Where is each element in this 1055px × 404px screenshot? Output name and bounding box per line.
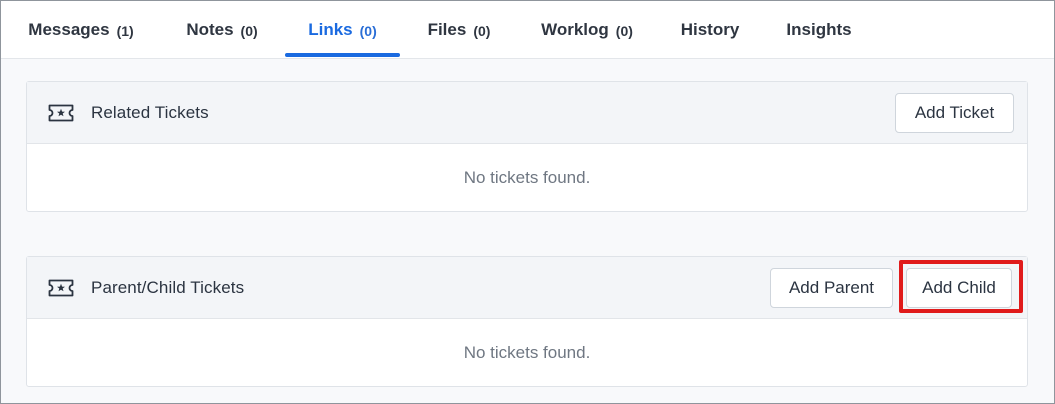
empty-state-text: No tickets found. <box>463 343 591 362</box>
tab-label: History <box>680 19 740 39</box>
tab-bar: Messages (1) Notes (0) Links (0) Files (… <box>1 1 1054 59</box>
panel-header: Parent/Child Tickets Add Parent Add Chil… <box>27 257 1027 319</box>
tab-files[interactable]: Files (0) <box>423 1 495 58</box>
add-child-button[interactable]: Add Child <box>906 268 1012 308</box>
related-tickets-panel: Related Tickets Add Ticket No tickets fo… <box>26 81 1028 212</box>
tab-label: Files <box>427 19 467 39</box>
tab-count: (0) <box>473 22 491 39</box>
tab-links[interactable]: Links (0) <box>285 1 400 58</box>
tab-label: Worklog <box>541 19 609 39</box>
window-frame: Messages (1) Notes (0) Links (0) Files (… <box>0 0 1055 404</box>
tab-count: (0) <box>359 22 377 39</box>
add-parent-button[interactable]: Add Parent <box>770 268 893 308</box>
tab-active-indicator <box>285 53 400 57</box>
ticket-icon <box>48 104 74 122</box>
ticket-icon <box>48 279 74 297</box>
panel-title: Related Tickets <box>91 103 209 122</box>
add-ticket-button[interactable]: Add Ticket <box>895 93 1014 133</box>
tab-history[interactable]: History <box>679 1 741 58</box>
tab-count: (0) <box>240 22 258 39</box>
tab-label: Insights <box>786 19 852 39</box>
panel-header: Related Tickets Add Ticket <box>27 82 1027 144</box>
tab-count: (1) <box>116 22 134 39</box>
empty-state-text: No tickets found. <box>463 168 591 187</box>
tab-worklog[interactable]: Worklog (0) <box>537 1 637 58</box>
panel-title: Parent/Child Tickets <box>91 278 245 297</box>
tab-messages[interactable]: Messages (1) <box>23 1 139 58</box>
tab-count: (0) <box>615 22 633 39</box>
parent-child-tickets-panel: Parent/Child Tickets Add Parent Add Chil… <box>26 256 1028 387</box>
tab-insights[interactable]: Insights <box>784 1 854 58</box>
tab-label: Messages <box>28 19 110 39</box>
tab-label: Notes <box>186 19 234 39</box>
tab-label: Links <box>308 19 353 39</box>
tab-notes[interactable]: Notes (0) <box>182 1 262 58</box>
